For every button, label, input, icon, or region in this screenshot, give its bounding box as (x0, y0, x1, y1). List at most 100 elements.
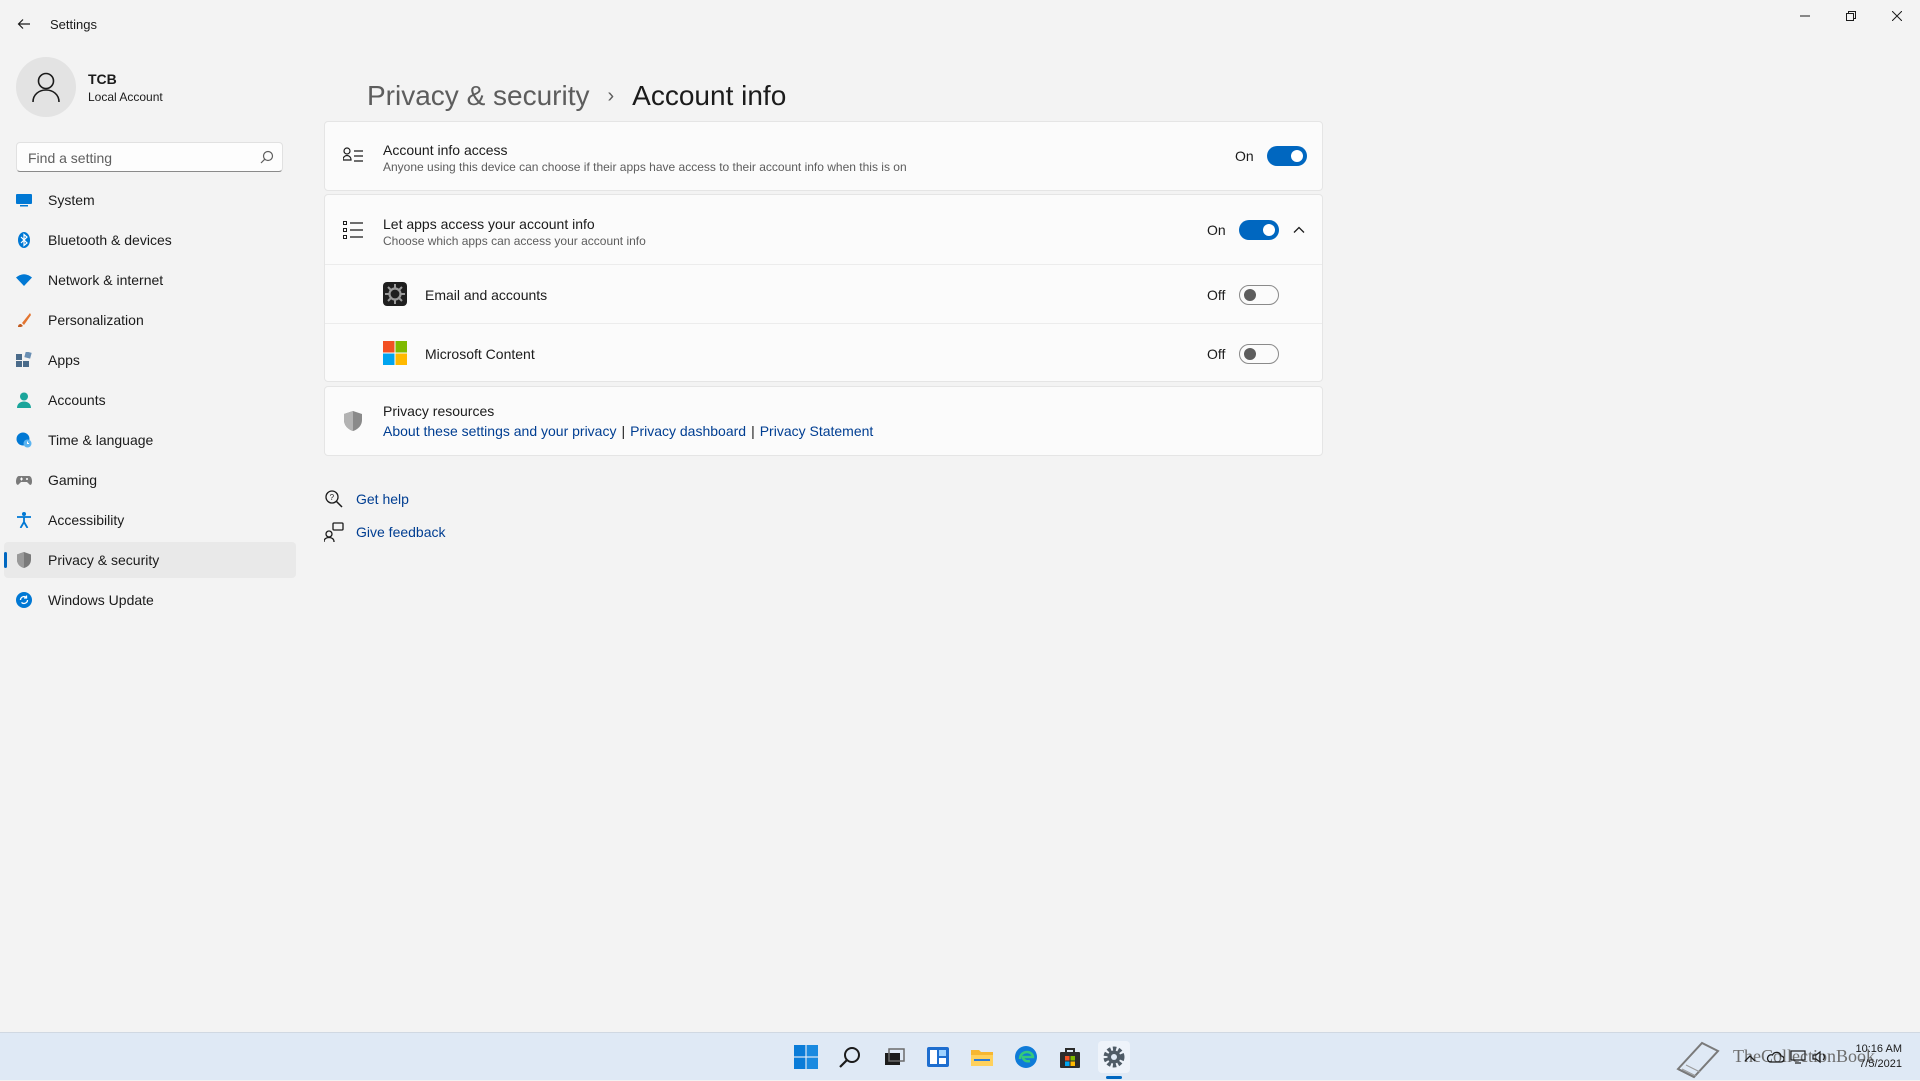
give-feedback-link-row[interactable]: Give feedback (324, 520, 446, 544)
store-button[interactable] (1054, 1041, 1086, 1073)
setting-description: Choose which apps can access your accoun… (383, 234, 646, 248)
bluetooth-icon (18, 232, 30, 248)
privacy-links: About these settings and your privacy | Pr… (383, 423, 873, 441)
let-apps-access-row[interactable]: Let apps access your account info Choose… (325, 195, 1322, 265)
restore-icon (1846, 11, 1856, 21)
sidebar-item-bluetooth[interactable]: Bluetooth & devices (4, 222, 296, 258)
sidebar-item-label: Network & internet (48, 272, 164, 288)
email-accounts-toggle[interactable] (1239, 285, 1279, 305)
sidebar-item-label: Windows Update (48, 592, 154, 608)
chevron-up-icon[interactable] (1744, 1053, 1756, 1063)
setting-title: Let apps access your account info (383, 216, 595, 232)
sidebar-item-apps[interactable]: Apps (4, 342, 296, 378)
start-button[interactable] (790, 1041, 822, 1073)
selection-indicator (4, 552, 7, 568)
privacy-statement-link[interactable]: Privacy Statement (760, 423, 874, 439)
sidebar-item-time-language[interactable]: Time & language (4, 422, 296, 458)
sidebar-item-label: System (48, 192, 95, 208)
get-help-link-row[interactable]: ? Get help (324, 487, 409, 511)
widgets-button[interactable] (922, 1041, 954, 1073)
restore-button[interactable] (1828, 0, 1874, 32)
settings-taskbar-button[interactable] (1098, 1041, 1130, 1073)
file-explorer-button[interactable] (966, 1041, 998, 1073)
task-view-icon (885, 1048, 905, 1065)
gamepad-icon (16, 476, 32, 485)
close-button[interactable] (1874, 0, 1920, 32)
start-icon (794, 1045, 818, 1069)
person-icon (32, 72, 60, 103)
search-box[interactable] (16, 142, 283, 172)
shield-icon (344, 411, 362, 431)
toggle-knob (1244, 289, 1256, 301)
user-profile[interactable]: TCB Local Account (16, 57, 286, 117)
volume-icon[interactable] (1812, 1050, 1828, 1064)
accessibility-icon (17, 512, 31, 528)
setting-description: Anyone using this device can choose if t… (383, 160, 907, 174)
sidebar-item-gaming[interactable]: Gaming (4, 462, 296, 498)
back-arrow-icon (17, 19, 30, 29)
sidebar-item-label: Accounts (48, 392, 106, 408)
store-icon (1060, 1048, 1080, 1068)
sidebar-item-personalization[interactable]: Personalization (4, 302, 296, 338)
apps-icon (16, 352, 32, 367)
network-icon[interactable] (1790, 1050, 1806, 1064)
edge-button[interactable] (1010, 1041, 1042, 1073)
edge-icon (1015, 1046, 1037, 1068)
privacy-dashboard-link[interactable]: Privacy dashboard (630, 423, 746, 439)
app-name: Email and accounts (425, 287, 548, 303)
microsoft-content-toggle[interactable] (1239, 344, 1279, 364)
toggle-knob (1263, 224, 1275, 236)
app-name: Microsoft Content (425, 346, 535, 362)
account-type: Local Account (88, 90, 163, 104)
widgets-icon (927, 1047, 949, 1067)
privacy-resources-title: Privacy resources (383, 403, 495, 419)
update-icon (16, 592, 32, 608)
active-app-indicator (1106, 1076, 1122, 1079)
breadcrumb-parent-link[interactable]: Privacy & security (367, 80, 590, 112)
title-bar: Settings (0, 0, 1920, 46)
account-info-access-row: Account info access Anyone using this de… (325, 122, 1322, 190)
sidebar-item-system[interactable]: System (4, 182, 296, 218)
minimize-icon (1800, 15, 1810, 17)
sidebar-nav: System Bluetooth & devices Network & int… (4, 182, 296, 622)
give-feedback-icon (324, 522, 344, 542)
about-settings-privacy-link[interactable]: About these settings and your privacy (383, 423, 616, 439)
back-button[interactable] (12, 12, 36, 36)
sidebar-item-label: Gaming (48, 472, 98, 488)
account-info-access-card: Account info access Anyone using this de… (324, 121, 1323, 191)
globe-clock-icon (16, 432, 32, 448)
task-view-button[interactable] (878, 1041, 910, 1073)
file-explorer-icon (971, 1050, 993, 1066)
sidebar-item-accounts[interactable]: Accounts (4, 382, 296, 418)
account-info-access-toggle[interactable] (1267, 146, 1307, 166)
user-name: TCB (88, 71, 117, 87)
sidebar-item-network[interactable]: Network & internet (4, 262, 296, 298)
search-icon[interactable] (260, 150, 274, 164)
search-input[interactable] (26, 148, 250, 168)
give-feedback-link[interactable]: Give feedback (356, 524, 446, 540)
sidebar-item-label: Time & language (48, 432, 154, 448)
sidebar-item-accessibility[interactable]: Accessibility (4, 502, 296, 538)
taskbar-search-button[interactable] (834, 1041, 866, 1073)
close-icon (1892, 11, 1902, 21)
email-accounts-icon (383, 282, 407, 306)
chevron-up-icon[interactable] (1291, 222, 1307, 238)
sidebar-item-label: Apps (48, 352, 80, 368)
sidebar-item-privacy-security[interactable]: Privacy & security (4, 542, 296, 578)
onedrive-cloud-icon[interactable] (1766, 1050, 1784, 1064)
avatar (16, 57, 76, 117)
svg-text:?: ? (330, 493, 335, 502)
sidebar-item-windows-update[interactable]: Windows Update (4, 582, 296, 618)
app-row-email-accounts: Email and accounts Off (325, 265, 1322, 324)
let-apps-access-toggle[interactable] (1239, 220, 1279, 240)
minimize-button[interactable] (1782, 0, 1828, 32)
book-watermark-icon (1676, 1041, 1720, 1079)
clock[interactable]: 10:16 AM 7/5/2021 (1856, 1042, 1902, 1072)
bulleted-list-icon (343, 221, 363, 239)
get-help-link[interactable]: Get help (356, 491, 409, 507)
sidebar-item-label: Personalization (48, 312, 144, 328)
wifi-icon (16, 274, 32, 286)
settings-icon (1103, 1046, 1125, 1068)
toggle-knob (1291, 150, 1303, 162)
sidebar-item-label: Privacy & security (48, 552, 160, 568)
